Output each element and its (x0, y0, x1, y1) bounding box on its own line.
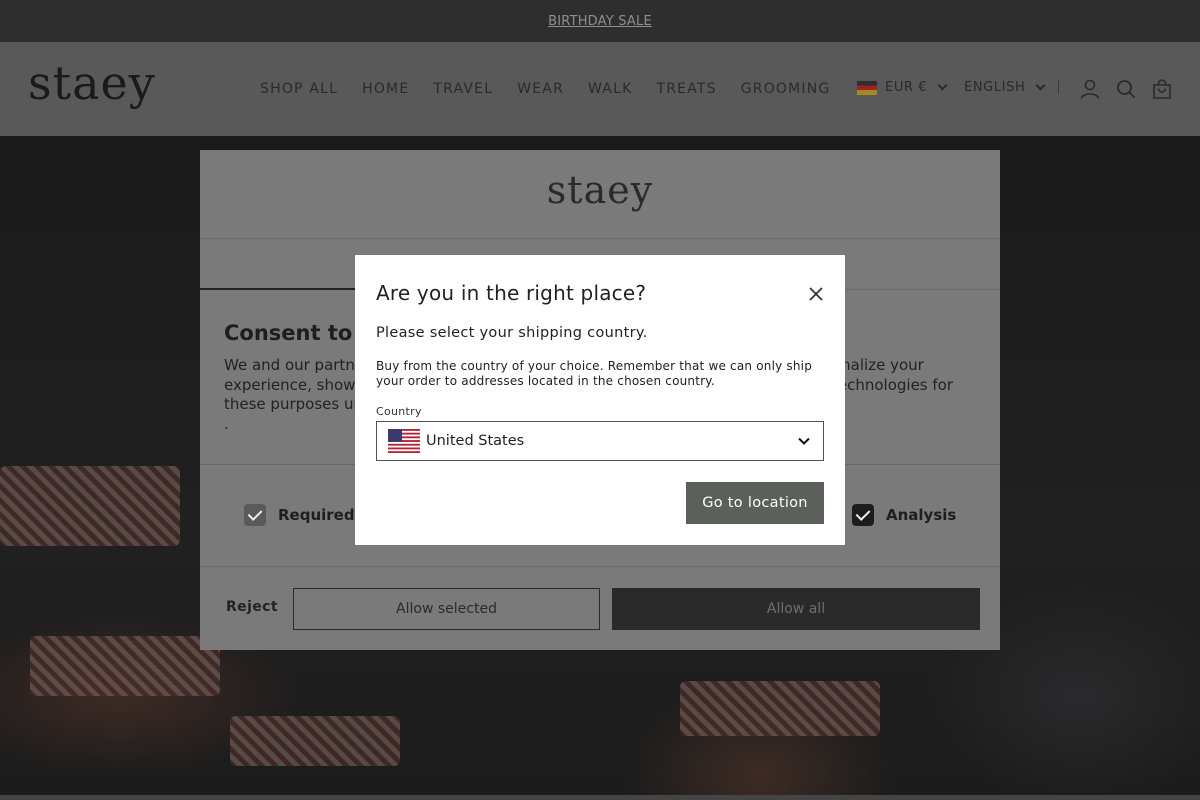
divider (200, 238, 1000, 239)
nav-item-shop-all[interactable]: SHOP ALL (260, 81, 338, 97)
currency-selector[interactable]: EUR € (857, 80, 948, 95)
us-flag-icon (388, 429, 420, 453)
checkbox-checked-icon[interactable] (852, 504, 874, 526)
reject-button[interactable]: Reject (226, 599, 278, 615)
consent-text-right: onalize your technologies for (832, 356, 954, 394)
chair-decoration (680, 681, 880, 736)
chair-decoration (30, 636, 220, 696)
currency-label: EUR € (885, 80, 928, 95)
cart-icon[interactable] (1152, 79, 1172, 99)
modal-title: Are you in the right place? (376, 281, 647, 305)
modal-note: Buy from the country of your choice. Rem… (376, 359, 813, 388)
header-divider (1058, 80, 1059, 94)
checkbox-checked-icon[interactable] (244, 504, 266, 526)
consent-logo: staey (546, 168, 654, 212)
go-to-location-button[interactable]: Go to location (686, 482, 824, 524)
country-field-label: Country (376, 405, 422, 418)
allow-selected-button[interactable]: Allow selected (293, 588, 600, 630)
chair-decoration (230, 716, 400, 766)
chevron-down-icon (937, 80, 948, 91)
consent-option-analysis[interactable]: Analysis (852, 504, 956, 526)
divider (200, 566, 1000, 567)
account-icon[interactable] (1080, 79, 1100, 99)
logo[interactable]: staey (28, 56, 156, 110)
nav-item-wear[interactable]: WEAR (517, 81, 564, 97)
main-nav: SHOP ALL HOME TRAVEL WEAR WALK TREATS GR… (260, 81, 830, 97)
announcement-bar: BIRTHDAY SALE (0, 0, 1200, 42)
nav-item-walk[interactable]: WALK (588, 81, 632, 97)
chevron-down-icon (798, 437, 810, 445)
chair-decoration (0, 466, 180, 546)
close-icon[interactable] (807, 285, 825, 303)
consent-option-required[interactable]: Required (244, 504, 355, 526)
option-label: Required (278, 506, 355, 524)
consent-title: Consent to c (224, 321, 373, 345)
option-label: Analysis (886, 506, 957, 524)
country-modal: Are you in the right place? Please selec… (355, 255, 845, 545)
chevron-down-icon (1035, 80, 1046, 91)
search-icon[interactable] (1116, 79, 1136, 99)
selected-country: United States (426, 433, 525, 449)
nav-item-home[interactable]: HOME (362, 81, 409, 97)
language-label: ENGLISH (964, 80, 1026, 95)
announcement-link[interactable]: BIRTHDAY SALE (548, 14, 652, 29)
modal-subtitle: Please select your shipping country. (376, 325, 648, 341)
nav-item-grooming[interactable]: GROOMING (741, 81, 831, 97)
nav-item-travel[interactable]: TRAVEL (433, 81, 493, 97)
country-select[interactable]: United States (376, 421, 824, 461)
language-selector[interactable]: ENGLISH (964, 80, 1046, 95)
nav-item-treats[interactable]: TREATS (656, 81, 716, 97)
site-header: staey SHOP ALL HOME TRAVEL WEAR WALK TRE… (0, 42, 1200, 136)
bottom-strip (0, 795, 1200, 800)
germany-flag-icon (857, 80, 877, 95)
allow-all-button[interactable]: Allow all (612, 588, 980, 630)
